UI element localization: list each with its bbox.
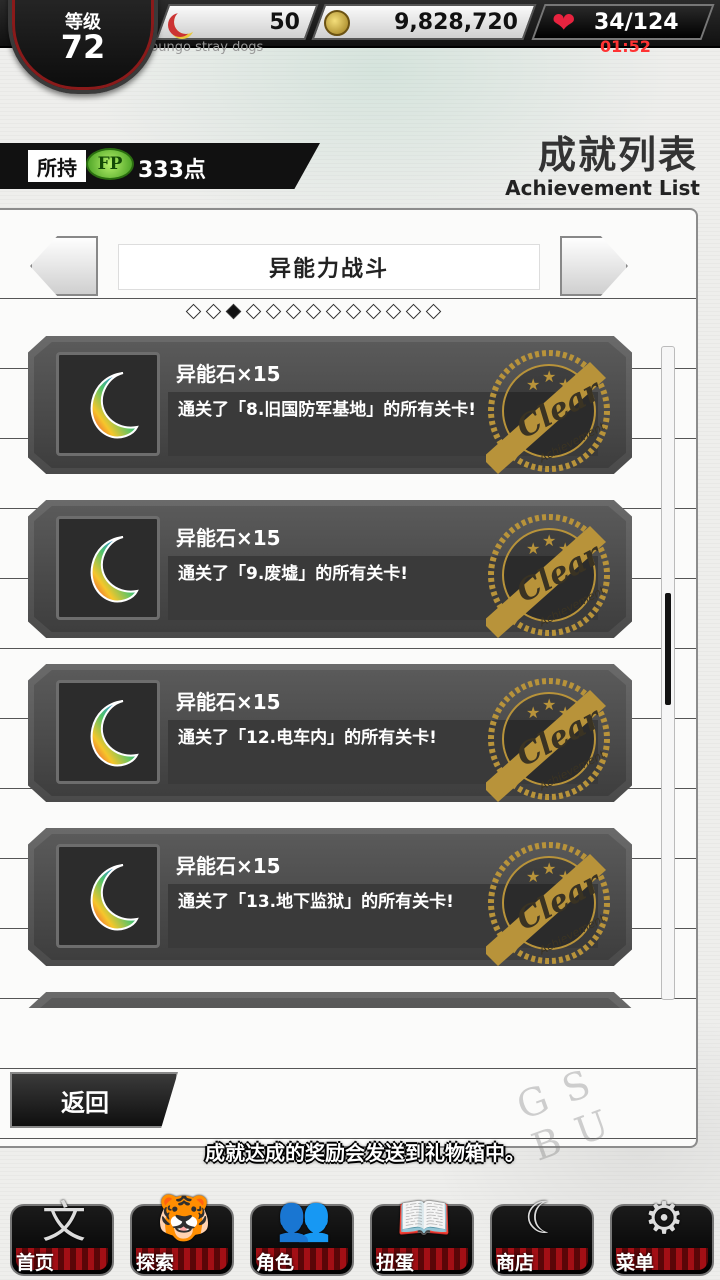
- page-dot: [305, 303, 322, 320]
- scroll-thumb[interactable]: [665, 593, 671, 705]
- page-dot: [425, 303, 442, 320]
- category-title: 异能力战斗: [118, 244, 540, 290]
- page-title: 成就列表: [537, 133, 698, 177]
- page-dot: [365, 303, 382, 320]
- reward-title: 异能石×15: [176, 362, 281, 386]
- achievement-description: 通关了「9.废墟」的所有关卡!: [178, 564, 409, 584]
- reward-title: 异能石×15: [176, 690, 281, 714]
- gem-counter[interactable]: 50: [155, 4, 319, 40]
- reward-icon-frame: [56, 844, 160, 948]
- book-icon: 📖: [396, 1193, 452, 1244]
- moon-gem-icon: [79, 861, 139, 933]
- bottom-nav: 文首页 🐯 探索 👥 角色 📖 扭蛋 ☾ 商店 ⚙ 菜单: [0, 1176, 720, 1280]
- back-button[interactable]: 返回: [10, 1072, 178, 1128]
- nav-label: 角色: [256, 1252, 295, 1274]
- home-kanji-icon: 文: [42, 1197, 86, 1248]
- moon-gem-icon: [79, 697, 139, 769]
- moon-gem-icon: [79, 533, 139, 605]
- page-dot: [325, 303, 342, 320]
- heart-icon: ❤: [552, 6, 576, 39]
- fp-label: 所持: [28, 150, 86, 182]
- svg-text:★: ★: [542, 531, 556, 550]
- moon-gem-icon: ☾: [524, 1192, 564, 1244]
- scrollbar[interactable]: [661, 346, 675, 1000]
- achievement-card[interactable]: 异能石×15 通关了「13.地下监狱」的所有关卡! ★★★ClearAchievem…: [28, 828, 632, 966]
- nav-item-0[interactable]: 文首页: [10, 1186, 118, 1276]
- nav-item-5[interactable]: ⚙ 菜单: [610, 1186, 718, 1276]
- gear-icon: ⚙: [644, 1192, 684, 1244]
- page-dot: [185, 303, 202, 320]
- reward-notice: 成就达成的奖励会发送到礼物箱中。: [205, 1141, 525, 1165]
- achievement-description: 通关了「12.电车内」的所有关卡!: [178, 728, 437, 748]
- coin-count: 9,828,720: [394, 9, 518, 35]
- moon-gem-icon: [174, 10, 198, 34]
- svg-text:★: ★: [542, 367, 556, 386]
- achievement-card[interactable]: 异能石×15 通关了「8.旧国防军基地」的所有关卡!★★★ClearAchieve…: [28, 336, 632, 474]
- fp-icon: FP: [86, 148, 134, 180]
- card-body: [34, 998, 626, 1008]
- hp-timer: 01:52: [600, 37, 651, 56]
- page-dot: [405, 303, 422, 320]
- nav-label: 首页: [16, 1252, 55, 1274]
- achievement-description: 通关了「13.地下监狱」的所有关卡!: [178, 892, 454, 912]
- tiger-icon: 🐯: [156, 1193, 212, 1244]
- fp-value: 333点: [138, 158, 206, 183]
- page-dot: [265, 303, 282, 320]
- hp-value: 34/124: [594, 9, 679, 35]
- level-value: 72: [60, 28, 106, 66]
- reward-title: 异能石×15: [176, 854, 281, 878]
- hp-counter[interactable]: ❤ 34/124: [531, 4, 715, 40]
- reward-icon-frame: [56, 352, 160, 456]
- moon-gem-icon: [79, 369, 139, 441]
- svg-text:★: ★: [526, 539, 540, 558]
- nav-item-4[interactable]: ☾ 商店: [490, 1186, 598, 1276]
- game-subtitle: bungo stray dogs: [150, 40, 264, 55]
- reward-title: 异能石×15: [176, 526, 281, 550]
- gem-count: 50: [269, 9, 300, 35]
- svg-text:★: ★: [526, 703, 540, 722]
- nav-item-2[interactable]: 👥 角色: [250, 1186, 358, 1276]
- achievement-card[interactable]: 异能石×15 通关了「9.废墟」的所有关卡! ★★★ClearAchievement: [28, 500, 632, 638]
- reward-icon-frame: [56, 680, 160, 784]
- page-dot: [385, 303, 402, 320]
- clear-stamp-icon: ★★★ClearAchievement: [482, 840, 612, 966]
- svg-text:★: ★: [542, 859, 556, 878]
- achievement-description: 通关了「8.旧国防军基地」的所有关卡!: [178, 400, 477, 420]
- achievement-card[interactable]: 异能石×15 通关了「12.电车内」的所有关卡! ★★★ClearAchieveme…: [28, 664, 632, 802]
- nav-label: 菜单: [616, 1252, 655, 1274]
- nav-item-3[interactable]: 📖 扭蛋: [370, 1186, 478, 1276]
- svg-text:★: ★: [526, 375, 540, 394]
- page-dot-active: [225, 303, 242, 320]
- clear-stamp-icon: ★★★ClearAchievement: [482, 348, 612, 474]
- coin-counter[interactable]: 9,828,720: [311, 4, 537, 40]
- page-subtitle: Achievement List: [505, 176, 700, 200]
- people-icon: 👥: [276, 1193, 332, 1244]
- page-dot: [245, 303, 262, 320]
- achievement-list[interactable]: 异能石×15通关了「8.旧国防军基地」的所有关卡!★★★ClearAchieve…: [0, 336, 660, 1008]
- svg-text:★: ★: [542, 695, 556, 714]
- coin-icon: [324, 10, 350, 36]
- achievement-card-partial[interactable]: [28, 992, 632, 1008]
- page-dot: [285, 303, 302, 320]
- nav-label: 商店: [496, 1252, 535, 1274]
- nav-label: 探索: [136, 1252, 175, 1274]
- reward-icon-frame: [56, 516, 160, 620]
- svg-text:★: ★: [526, 867, 540, 886]
- nav-label: 扭蛋: [376, 1252, 415, 1274]
- page-dot: [205, 303, 222, 320]
- clear-stamp-icon: ★★★ClearAchievement: [482, 512, 612, 638]
- achievement-panel: 异能力战斗 异能石×15通关了「8.旧国防军基地」的所有关卡!★★★ClearA…: [0, 208, 698, 1148]
- nav-item-1[interactable]: 🐯 探索: [130, 1186, 238, 1276]
- clear-stamp-icon: ★★★ClearAchievement: [482, 676, 612, 802]
- page-indicator: [185, 303, 442, 320]
- page-dot: [345, 303, 362, 320]
